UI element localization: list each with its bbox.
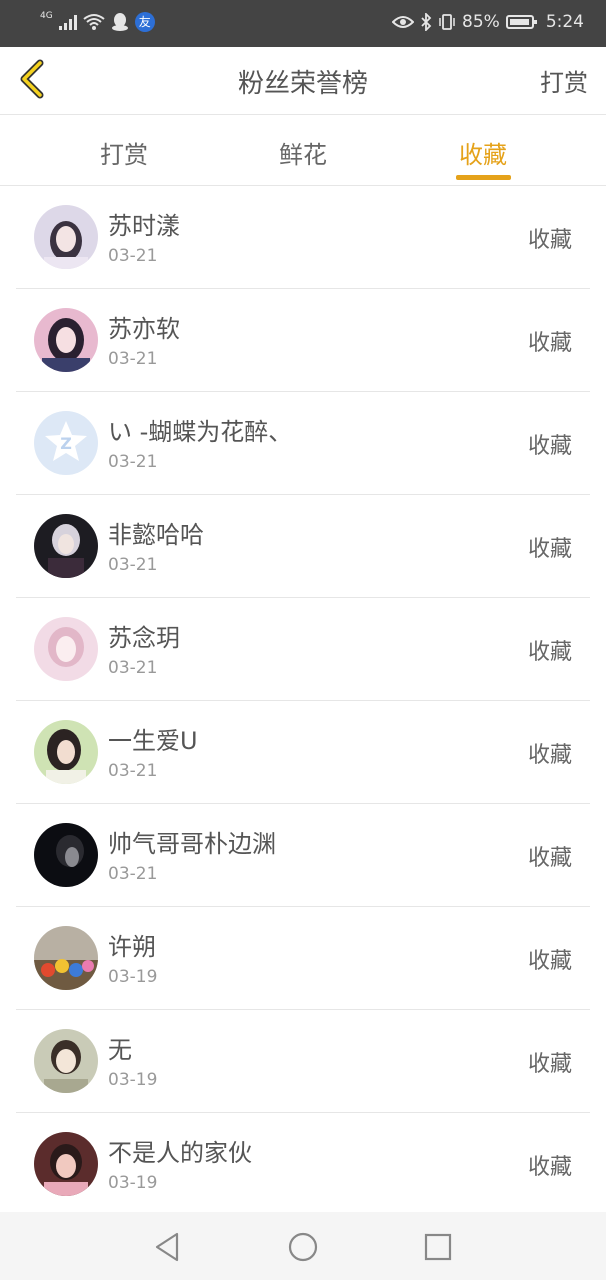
- tab-flowers[interactable]: 鲜花: [243, 135, 363, 170]
- clock: 5:24: [545, 12, 584, 32]
- fan-action: 收藏: [527, 640, 572, 665]
- fan-action: 收藏: [527, 331, 572, 356]
- fan-action: 收藏: [527, 1155, 572, 1180]
- battery-icon: [505, 15, 537, 29]
- list-item[interactable]: 许朔 03-19 收藏: [0, 907, 606, 1010]
- avatar[interactable]: [34, 308, 98, 372]
- fan-name: 不是人的家伙: [108, 1139, 252, 1167]
- app-badge-icon: 友: [134, 12, 155, 32]
- fan-name: 苏时漾: [108, 212, 180, 240]
- avatar[interactable]: [34, 1029, 98, 1093]
- status-bar: 4G 友 85% 5:24: [0, 0, 606, 47]
- avatar[interactable]: [34, 205, 98, 269]
- list-item[interactable]: 不是人的家伙 03-19 收藏: [0, 1113, 606, 1216]
- fan-action: 收藏: [527, 743, 572, 768]
- list-item[interactable]: 苏亦软 03-21 收藏: [0, 289, 606, 392]
- list-item[interactable]: Z い -蝴蝶为花醉、 03-21 收藏: [0, 392, 606, 495]
- avatar[interactable]: [34, 1132, 98, 1196]
- avatar[interactable]: [34, 514, 98, 578]
- fan-name: 无: [108, 1036, 132, 1064]
- tab-bar: 打赏 鲜花 收藏: [0, 115, 606, 186]
- fan-action: 收藏: [527, 228, 572, 253]
- list-item[interactable]: 帅气哥哥朴边渊 03-21 收藏: [0, 804, 606, 907]
- nav-recents-icon[interactable]: [421, 1230, 455, 1264]
- fan-name: 许朔: [108, 933, 156, 961]
- fan-action: 收藏: [527, 1052, 572, 1077]
- fan-name: い -蝴蝶为花醉、: [108, 418, 293, 446]
- qq-icon: [111, 13, 128, 31]
- fan-name: 非懿哈哈: [108, 521, 204, 549]
- fan-date: 03-19: [108, 1173, 158, 1193]
- wifi-icon: [83, 14, 105, 30]
- battery-percent: 85%: [462, 12, 500, 32]
- fan-date: 03-21: [108, 246, 158, 266]
- fan-list: 苏时漾 03-21 收藏 苏亦软 03-21 收藏 Z い -蝴蝶为花醉、 03…: [0, 186, 606, 1216]
- eye-icon: [392, 16, 415, 28]
- signal-icon: [58, 14, 77, 30]
- network-type: 4G: [40, 11, 53, 21]
- fan-date: 03-21: [108, 658, 158, 678]
- fan-action: 收藏: [527, 537, 572, 562]
- avatar[interactable]: [34, 720, 98, 784]
- list-item[interactable]: 非懿哈哈 03-21 收藏: [0, 495, 606, 598]
- fan-date: 03-21: [108, 452, 158, 472]
- avatar[interactable]: [34, 926, 98, 990]
- list-item[interactable]: 无 03-19 收藏: [0, 1010, 606, 1113]
- svg-text:Z: Z: [60, 434, 72, 453]
- fan-name: 苏亦软: [108, 315, 180, 343]
- tab-favorites[interactable]: 收藏: [423, 135, 543, 170]
- avatar[interactable]: Z: [34, 411, 98, 475]
- system-nav-bar: [0, 1212, 606, 1280]
- fan-date: 03-19: [108, 1070, 158, 1090]
- active-tab-indicator: [456, 175, 511, 180]
- nav-back-icon[interactable]: [151, 1230, 185, 1264]
- avatar[interactable]: [34, 823, 98, 887]
- list-item[interactable]: 苏念玥 03-21 收藏: [0, 598, 606, 701]
- page-title: 粉丝荣誉榜: [237, 69, 368, 99]
- fan-date: 03-21: [108, 555, 158, 575]
- fan-date: 03-21: [108, 349, 158, 369]
- fan-name: 苏念玥: [108, 624, 180, 652]
- fan-date: 03-19: [108, 967, 158, 987]
- fan-date: 03-21: [108, 761, 158, 781]
- fan-action: 收藏: [527, 846, 572, 871]
- fan-date: 03-21: [108, 864, 158, 884]
- tip-button[interactable]: 打赏: [540, 63, 588, 98]
- bluetooth-icon: [421, 13, 432, 31]
- tab-tip[interactable]: 打赏: [64, 135, 184, 170]
- header: 粉丝荣誉榜 打赏: [0, 47, 606, 115]
- vibrate-icon: [439, 14, 455, 30]
- fan-name: 帅气哥哥朴边渊: [108, 830, 276, 858]
- list-item[interactable]: 一生爱U 03-21 收藏: [0, 701, 606, 804]
- list-item[interactable]: 苏时漾 03-21 收藏: [0, 186, 606, 289]
- nav-home-icon[interactable]: [286, 1230, 320, 1264]
- fan-action: 收藏: [527, 434, 572, 459]
- fan-action: 收藏: [527, 949, 572, 974]
- fan-name: 一生爱U: [108, 727, 198, 755]
- avatar[interactable]: [34, 617, 98, 681]
